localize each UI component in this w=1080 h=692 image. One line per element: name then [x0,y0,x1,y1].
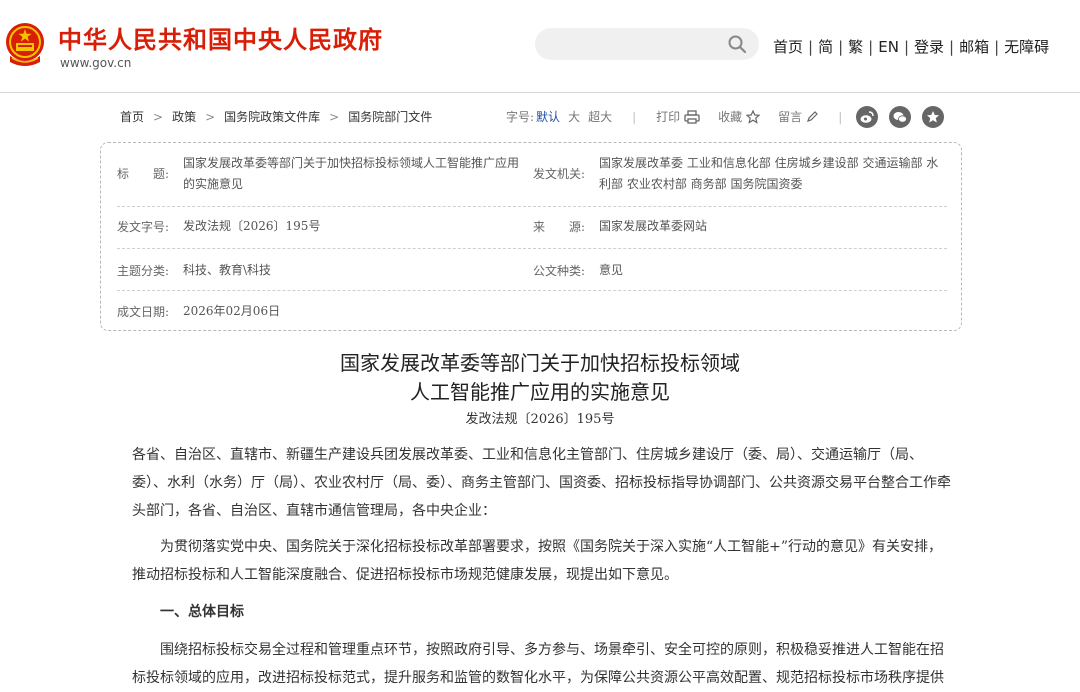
breadcrumb: 首页 > 政策 > 国务院政策文件库 > 国务院部门文件 [120,108,432,128]
meta-row: 发文字号: 发改法规〔2026〕195号 来 源: 国家发展改革委网站 [117,206,947,249]
meta-title-label: 标 题: [117,167,170,181]
nav-login-link[interactable]: 登录 [914,38,944,56]
meta-type-value: 意见 [599,263,624,277]
top-nav: 首页 | 简 | 繁 | EN | 登录 | 邮箱 | 无障碍 [773,36,1049,57]
wechat-share-button[interactable] [889,106,911,128]
site-header: 中华人民共和国中央人民政府 www.gov.cn 首页 | 简 | 繁 | EN | 登录 | 邮箱… [0,0,1080,92]
breadcrumb-home[interactable]: 首页 [120,110,144,124]
article-tools: 字号: 默认 大 超大 | 打印 收藏 留言 | [506,108,862,125]
nav-simplified-link[interactable]: 简 [818,38,833,56]
font-size-xlarge-button[interactable]: 超大 [588,108,612,125]
printer-icon [684,109,700,124]
document-title-line2: 人工智能推广应用的实施意见 [410,380,670,404]
meta-date-label: 成文日期: [117,305,170,319]
comment-button[interactable]: 留言 [778,108,819,125]
nav-separator: | [808,38,814,56]
wechat-icon [893,112,907,123]
nav-home-link[interactable]: 首页 [773,38,803,56]
meta-row: 成文日期: 2026年02月06日 [117,290,947,330]
breadcrumb-policy[interactable]: 政策 [172,110,196,124]
nav-separator: | [949,38,955,56]
meta-doc-no-label: 发文字号: [117,220,170,234]
nav-separator: | [838,38,844,56]
section-heading: 一、总体目标 [160,604,244,620]
search-icon[interactable] [727,34,747,54]
nav-mail-link[interactable]: 邮箱 [959,38,989,56]
tools-separator: | [632,109,637,124]
meta-doc-no-value: 发改法规〔2026〕195号 [183,219,321,233]
breadcrumb-policy-library[interactable]: 国务院政策文件库 [224,110,320,124]
meta-date-value: 2026年02月06日 [183,304,281,318]
site-url: www.gov.cn [60,56,132,70]
meta-row: 标 题: 国家发展改革委等部门关于加快招标投标领域人工智能推广应用的实施意见 发… [117,143,947,207]
favorite-label: 收藏 [718,110,743,124]
pencil-icon [807,110,819,122]
site-title[interactable]: 中华人民共和国中央人民政府 [58,20,383,55]
document-addressee: 各省、自治区、直辖市、新疆生产建设兵团发展改革委、工业和信息化主管部门、住房城乡… [132,447,951,519]
meta-topic-value: 科技、教育\科技 [183,263,272,277]
breadcrumb-arrow-icon: > [153,110,164,124]
print-button[interactable]: 打印 [656,108,700,125]
document-meta-box: 标 题: 国家发展改革委等部门关于加快招标投标领域人工智能推广应用的实施意见 发… [100,142,962,331]
meta-title-value: 国家发展改革委等部门关于加快招标投标领域人工智能推广应用的实施意见 [183,156,520,191]
print-label: 打印 [656,110,681,124]
meta-row: 主题分类: 科技、教育\科技 公文种类: 意见 [117,248,947,291]
meta-topic-label: 主题分类: [117,264,170,278]
search-input[interactable] [549,34,723,56]
document-intro-paragraph: 为贯彻落实党中央、国务院关于深化招标投标改革部署要求，按照《国务院关于深入实施“… [132,539,943,583]
breadcrumb-arrow-icon: > [329,110,340,124]
meta-source-value: 国家发展改革委网站 [599,219,708,233]
meta-type-label: 公文种类: [533,264,586,278]
nav-traditional-link[interactable]: 繁 [848,38,863,56]
font-size-default-button[interactable]: 默认 [536,108,560,125]
meta-issuer-value: 国家发展改革委 工业和信息化部 住房城乡建设部 交通运输部 水利部 农业农村部 … [599,156,939,191]
document-title-line1: 国家发展改革委等部门关于加快招标投标领域 [340,351,740,375]
font-size-large-button[interactable]: 大 [568,108,580,125]
tools-separator: | [838,109,843,124]
breadcrumb-arrow-icon: > [205,110,216,124]
nav-accessibility-link[interactable]: 无障碍 [1004,38,1049,56]
favorite-button[interactable]: 收藏 [718,108,761,125]
comment-label: 留言 [778,110,803,124]
header-divider [0,92,1080,93]
nav-separator: | [903,38,909,56]
national-emblem-icon[interactable] [4,22,46,70]
weibo-share-button[interactable] [856,106,878,128]
star-icon [927,111,939,123]
breadcrumb-department-docs[interactable]: 国务院部门文件 [348,110,432,124]
search-box[interactable] [535,28,759,60]
nav-english-link[interactable]: EN [878,38,899,56]
nav-separator: | [868,38,874,56]
star-icon [746,109,761,124]
document-number: 发改法规〔2026〕195号 [465,412,615,427]
section-paragraph: 围绕招标投标交易全过程和管理重点环节，按照政府引导、多方参与、场景牵引、安全可控… [132,642,944,686]
meta-issuer-label: 发文机关: [533,167,586,181]
meta-source-label: 来 源: [533,220,586,234]
nav-separator: | [994,38,1000,56]
favorite-share-button[interactable] [922,106,944,128]
weibo-icon [860,111,874,123]
font-size-label: 字号: [506,110,535,124]
